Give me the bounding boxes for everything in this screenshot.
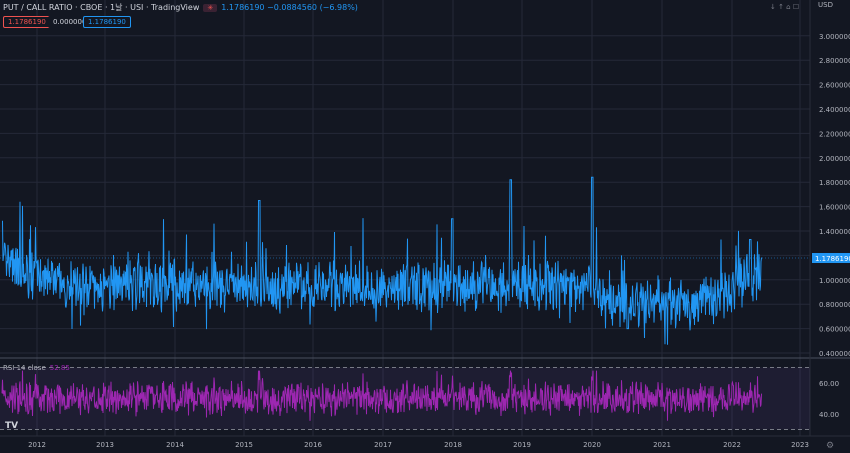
chart-header: PUT / CALL RATIO · CBOE · 1날 · USI · Tra… xyxy=(3,2,358,13)
time-tick-label: 2016 xyxy=(304,441,322,449)
chart-window: 3.0000000 2.8000000 2.6000000 2.4000000 2.20… xyxy=(0,0,850,453)
price-tick-label: 2.2000000 xyxy=(819,130,850,138)
rsi-legend: RSI 14 close 52.85 xyxy=(3,364,70,372)
symbol-title[interactable]: PUT / CALL RATIO · CBOE · 1날 · USI · Tra… xyxy=(3,2,199,13)
time-tick-label: 2014 xyxy=(166,441,184,449)
price-tick-label: 0.6000000 xyxy=(819,326,850,334)
currency-label[interactable]: USD xyxy=(818,1,833,9)
last-price-label: 1.1786190 xyxy=(815,255,850,263)
price-line-series xyxy=(2,176,762,345)
time-tick-label: 2017 xyxy=(374,441,392,449)
price-tick-label: 0.4000000 xyxy=(819,350,850,358)
price-tick-label: 3.0000000 xyxy=(819,33,850,41)
time-tick-label: 2015 xyxy=(235,441,253,449)
time-tick-label: 2020 xyxy=(583,441,601,449)
price-scale: 3.0000000 2.8000000 2.6000000 2.4000000 2.20… xyxy=(819,33,850,358)
rsi-scale: 60.00 40.00 xyxy=(819,380,839,419)
status-chip-icon[interactable]: ✳ xyxy=(203,3,218,12)
rsi-tick-label: 60.00 xyxy=(819,380,839,388)
time-tick-label: 2019 xyxy=(513,441,531,449)
price-tick-label: 2.8000000 xyxy=(819,57,850,65)
rsi-value: 52.85 xyxy=(49,364,70,372)
compare-tag-blue[interactable]: 1.1786190 xyxy=(83,16,131,28)
time-tick-label: 2018 xyxy=(444,441,462,449)
time-tick-label: 2023 xyxy=(791,441,809,449)
time-axis: 2012 2013 2014 2015 2016 2017 2018 2019 2020 2021… xyxy=(28,441,809,449)
compare-tag-red[interactable]: 1.1786190 xyxy=(3,16,51,28)
settings-gear-icon[interactable]: ⚙ xyxy=(826,441,834,451)
price-tick-label: 2.0000000 xyxy=(819,155,850,163)
price-tick-label: 1.4000000 xyxy=(819,228,850,236)
time-tick-label: 2022 xyxy=(723,441,741,449)
price-chart[interactable]: 3.0000000 2.8000000 2.6000000 2.4000000 2.20… xyxy=(0,0,850,453)
top-controls-icon[interactable]: ↓ ↑ ⌂ ☐ xyxy=(770,3,799,11)
price-tick-label: 0.8000000 xyxy=(819,301,850,309)
rsi-name[interactable]: RSI 14 close xyxy=(3,364,46,372)
rsi-tick-label: 40.00 xyxy=(819,411,839,419)
price-tick-label: 2.6000000 xyxy=(819,82,850,90)
ohlc-values: 1.1786190 −0.0884560 (−6.98%) xyxy=(221,3,358,12)
price-tick-label: 1.6000000 xyxy=(819,204,850,212)
time-tick-label: 2012 xyxy=(28,441,46,449)
price-tick-label: 2.4000000 xyxy=(819,106,850,114)
time-tick-label: 2021 xyxy=(653,441,671,449)
price-tick-label: 1.8000000 xyxy=(819,179,850,187)
time-tick-label: 2013 xyxy=(96,441,114,449)
price-tick-label: 1.0000000 xyxy=(819,277,850,285)
tradingview-logo-icon[interactable]: TV xyxy=(5,421,18,431)
